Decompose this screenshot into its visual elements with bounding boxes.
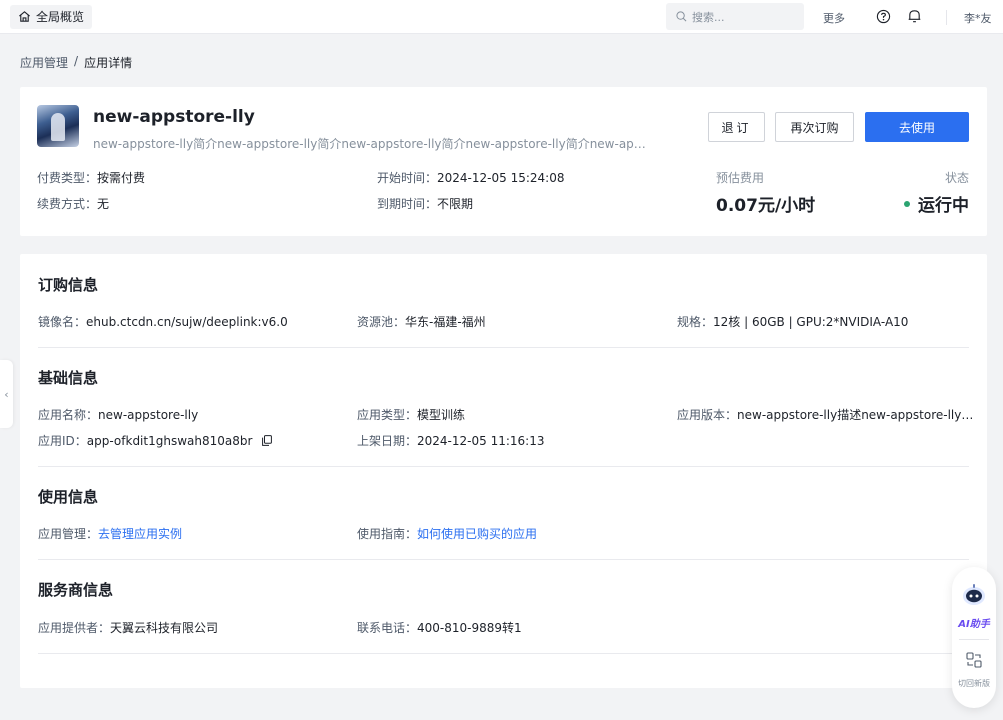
- basic-info-title: 基础信息: [38, 369, 99, 387]
- app-version-label: 应用版本：: [677, 408, 738, 422]
- sidebar-toggle[interactable]: ‹: [0, 360, 13, 428]
- ai-divider: [959, 639, 989, 640]
- renew-value: 无: [97, 197, 110, 211]
- estimated-fee-label: 预估费用: [716, 171, 765, 185]
- estimated-fee-value: 0.07元/小时: [716, 196, 816, 216]
- expire-time: 到期时间：不限期: [377, 195, 473, 212]
- resource-pool: 资源池：华东-福建-福州: [357, 313, 486, 330]
- app-name-field: 应用名称：new-appstore-lly: [38, 406, 198, 423]
- manage-instance-link[interactable]: 去管理应用实例: [98, 527, 182, 541]
- billing-type-value: 按需付费: [97, 171, 146, 185]
- spec-label: 规格：: [677, 315, 714, 329]
- start-time: 开始时间：2024-12-05 15:24:08: [377, 169, 564, 186]
- billing-type: 付费类型：按需付费: [37, 169, 145, 186]
- listed-date-field: 上架日期：2024-12-05 11:16:13: [357, 432, 544, 449]
- billing-type-label: 付费类型：: [37, 171, 98, 185]
- resource-pool-label: 资源池：: [357, 315, 406, 329]
- search-input[interactable]: 搜索...: [666, 3, 804, 30]
- provider-info-title: 服务商信息: [38, 581, 114, 599]
- reorder-button[interactable]: 再次订购: [775, 112, 854, 142]
- robot-icon[interactable]: [961, 582, 987, 608]
- usage-guide-field: 使用指南：如何使用已购买的应用: [357, 525, 537, 542]
- switch-icon[interactable]: [966, 652, 982, 668]
- app-manage-label: 应用管理：: [38, 527, 99, 541]
- unsubscribe-button[interactable]: 退订: [708, 112, 765, 142]
- app-id-label: 应用ID：: [38, 434, 87, 448]
- app-version-field: 应用版本：new-appstore-lly描述new-appstore-lly…: [677, 406, 973, 423]
- app-summary-card: new-appstore-lly new-appstore-lly简介new-a…: [20, 87, 987, 236]
- app-id-field: 应用ID：app-ofkdit1ghswah810a8br: [38, 432, 273, 449]
- switch-version-label[interactable]: 切回新版: [952, 678, 996, 689]
- home-overview-label: 全局概览: [36, 10, 85, 24]
- start-time-label: 开始时间：: [377, 171, 438, 185]
- app-logo: [37, 105, 79, 147]
- home-overview-button[interactable]: 全局概览: [10, 4, 93, 29]
- breadcrumb-current: 应用详情: [84, 56, 133, 70]
- app-type-value: 模型训练: [417, 408, 466, 422]
- start-time-value: 2024-12-05 15:24:08: [437, 171, 565, 185]
- use-button[interactable]: 去使用: [865, 112, 969, 142]
- section-divider: [38, 559, 969, 560]
- image-name-label: 镜像名：: [38, 315, 87, 329]
- app-name-label: 应用名称：: [38, 408, 99, 422]
- app-type-label: 应用类型：: [357, 408, 418, 422]
- home-icon: [19, 11, 30, 22]
- expire-time-label: 到期时间：: [377, 197, 438, 211]
- breadcrumb-app-management[interactable]: 应用管理: [20, 54, 68, 71]
- phone-label: 联系电话：: [357, 621, 418, 635]
- copy-icon[interactable]: [262, 435, 273, 446]
- app-name-value: new-appstore-lly: [98, 408, 199, 422]
- user-menu[interactable]: 李*友: [964, 10, 992, 26]
- usage-info-title: 使用信息: [38, 488, 99, 506]
- breadcrumb-separator: /: [74, 54, 79, 68]
- spec-value: 12核 | 60GB | GPU:2*NVIDIA-A10: [713, 315, 909, 329]
- listed-date-value: 2024-12-05 11:16:13: [417, 434, 545, 448]
- phone-field: 联系电话：400-810-9889转1: [357, 619, 522, 636]
- status-label: 状态: [944, 171, 969, 185]
- phone-value: 400-810-9889转1: [417, 621, 522, 635]
- order-info-title: 订购信息: [38, 276, 99, 294]
- chevron-left-icon: ‹: [4, 387, 9, 401]
- app-detail-card: 订购信息 镜像名：ehub.ctcdn.cn/sujw/deeplink:v6.…: [20, 254, 987, 688]
- listed-date-label: 上架日期：: [357, 434, 418, 448]
- app-version-value: new-appstore-lly描述new-appstore-lly…: [737, 408, 974, 422]
- section-divider: [38, 347, 969, 348]
- renew-label: 续费方式：: [37, 197, 98, 211]
- ai-assistant-float: AI助手 切回新版: [952, 567, 996, 708]
- status-value: 运行中: [918, 196, 969, 216]
- renew-method: 续费方式：无: [37, 195, 109, 212]
- help-icon[interactable]: [876, 9, 891, 24]
- provider-value: 天翼云科技有限公司: [110, 621, 219, 635]
- spec: 规格：12核 | 60GB | GPU:2*NVIDIA-A10: [677, 313, 908, 330]
- app-name: new-appstore-lly: [93, 107, 255, 127]
- breadcrumb: 应用管理 / 应用详情: [20, 54, 132, 71]
- status-dot: [904, 200, 910, 207]
- image-name: 镜像名：ehub.ctcdn.cn/sujw/deeplink:v6.0: [38, 313, 288, 330]
- provider-label: 应用提供者：: [38, 621, 111, 635]
- topbar-divider: [946, 10, 947, 25]
- app-type-field: 应用类型：模型训练: [357, 406, 465, 423]
- top-bar: 全局概览 搜索... 更多 李*友: [0, 0, 1003, 34]
- usage-guide-label: 使用指南：: [357, 527, 418, 541]
- app-id-value: app-ofkdit1ghswah810a8br: [86, 434, 253, 448]
- search-placeholder: 搜索...: [692, 10, 725, 24]
- more-menu[interactable]: 更多: [823, 10, 845, 26]
- image-name-value: ehub.ctcdn.cn/sujw/deeplink:v6.0: [86, 315, 288, 329]
- provider-field: 应用提供者：天翼云科技有限公司: [38, 619, 218, 636]
- section-divider: [38, 466, 969, 467]
- resource-pool-value: 华东-福建-福州: [405, 315, 486, 329]
- section-divider: [38, 653, 969, 654]
- ai-assistant-label[interactable]: AI助手: [952, 615, 996, 630]
- usage-guide-link[interactable]: 如何使用已购买的应用: [417, 527, 537, 541]
- bell-icon[interactable]: [907, 8, 922, 24]
- status-badge: 运行中: [904, 191, 969, 216]
- app-manage-field: 应用管理：去管理应用实例: [38, 525, 182, 542]
- expire-time-value: 不限期: [437, 197, 474, 211]
- app-description: new-appstore-lly简介new-appstore-lly简介new-…: [93, 137, 653, 151]
- search-icon: [676, 11, 687, 22]
